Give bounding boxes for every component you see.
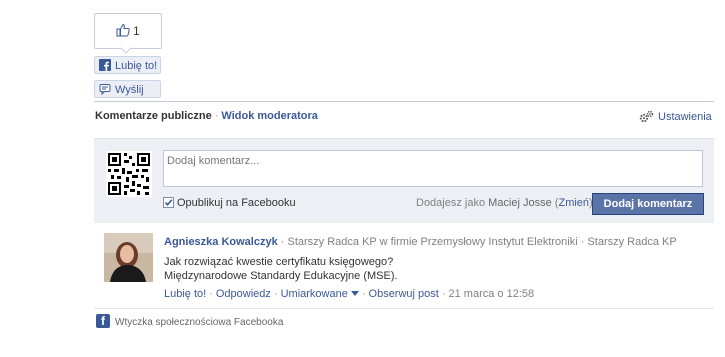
moderate-dropdown[interactable]: Umiarkowane	[281, 288, 359, 300]
comment-text-line: Jak rozwiązać kwestie certyfikatu księgo…	[164, 256, 394, 268]
message-icon	[99, 84, 111, 95]
tab-public-comments[interactable]: Komentarze publiczne	[95, 110, 212, 122]
commenter-avatar[interactable]	[104, 233, 153, 282]
facebook-icon	[99, 59, 111, 71]
checkmark-icon	[164, 199, 173, 207]
send-button-label: Wyślij	[115, 84, 144, 96]
comment-timestamp[interactable]: 21 marca o 12:58	[449, 288, 535, 300]
comment-actions: Lubię to! · Odpowiedz · Umiarkowane · Obserwuj…	[164, 288, 535, 300]
moderate-label: Umiarkowane	[280, 288, 348, 300]
publish-label: Opublikuj na Facebooku	[177, 197, 296, 209]
facebook-icon: f	[96, 314, 110, 328]
qr-code-avatar	[106, 151, 152, 197]
follow-post-link[interactable]: Obserwuj post	[369, 288, 439, 300]
posting-as-info: Dodajesz jako Maciej Josse (Zmień)	[416, 197, 593, 209]
settings-label: Ustawienia	[658, 111, 712, 123]
change-user-link[interactable]: Zmień	[558, 197, 589, 209]
comment-author-meta: · Starszy Radca KP w firmie Przemysłowy …	[280, 236, 677, 248]
add-comment-button[interactable]: Dodaj komentarz	[592, 193, 704, 215]
divider	[94, 101, 714, 102]
tab-separator: ·	[214, 110, 219, 122]
comment-text-line: Międzynarodowe Standardy Edukacyjne (MSE…	[164, 270, 398, 282]
comment-like-link[interactable]: Lubię to!	[164, 288, 206, 300]
like-count: 1	[133, 24, 140, 38]
facebook-social-plugin-footer[interactable]: f Wtyczka społecznościowa Facebooka	[96, 314, 283, 328]
gear-icon	[639, 110, 654, 123]
comment-body: Jak rozwiązać kwestie certyfikatu księgo…	[164, 255, 398, 283]
chevron-down-icon	[350, 291, 359, 296]
plugin-label: Wtyczka społecznościowa Facebooka	[115, 317, 284, 328]
publish-checkbox[interactable]	[163, 197, 174, 208]
like-button-label: Lubię to!	[115, 60, 158, 72]
settings-link[interactable]: Ustawienia	[639, 110, 712, 123]
comment-tabs: Komentarze publiczne · Widok moderatora	[95, 110, 318, 122]
comment-header: Agnieszka Kowalczyk · Starszy Radca KP w…	[164, 236, 677, 248]
tab-moderator-view[interactable]: Widok moderatora	[221, 110, 317, 122]
comment-reply-link[interactable]: Odpowiedz	[216, 288, 271, 300]
publish-to-facebook-option[interactable]: Opublikuj na Facebooku	[163, 197, 296, 209]
posting-as-name: Maciej Josse	[488, 197, 552, 209]
comment-input[interactable]	[163, 150, 703, 187]
thumbs-up-icon	[116, 23, 130, 37]
posting-as-prefix: Dodajesz jako	[416, 197, 486, 209]
like-button[interactable]: Lubię to!	[94, 56, 161, 74]
send-button[interactable]: Wyślij	[94, 80, 161, 98]
comment-author[interactable]: Agnieszka Kowalczyk	[164, 236, 278, 248]
divider	[94, 308, 714, 309]
